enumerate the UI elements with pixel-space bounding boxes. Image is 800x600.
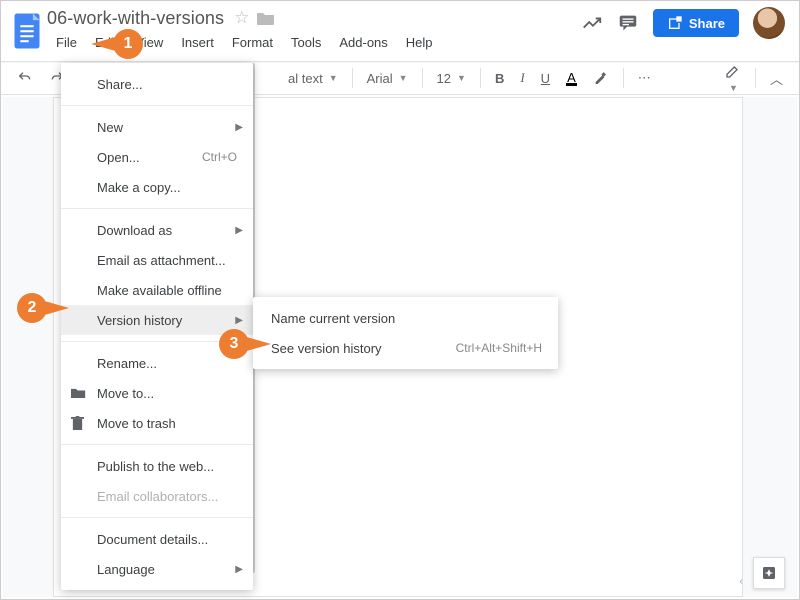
chevron-down-icon: ▼ [457,73,466,83]
menu-item-label: Document details... [97,532,208,547]
version-history-submenu: Name current version See version history C… [253,297,558,369]
star-icon[interactable]: ☆ [234,8,249,28]
folder-icon [71,387,86,399]
menu-item-label: New [97,120,123,135]
menu-item-label: Download as [97,223,172,238]
share-label: Share [689,16,725,31]
file-menu-item[interactable]: Document details... [61,524,253,554]
menu-item-label: Email as attachment... [97,253,226,268]
file-menu-popup: Share... New ▶ Open... Ctrl+O Make a copy... D… [61,63,253,590]
folder-icon[interactable] [257,11,275,25]
docs-logo[interactable] [9,7,45,55]
chevron-down-icon: ▼ [329,73,338,83]
menu-item-label: Open... [97,150,140,165]
menu-tools[interactable]: Tools [282,33,330,52]
explore-button[interactable] [753,557,785,589]
submenu-item[interactable]: See version history Ctrl+Alt+Shift+H [253,333,558,363]
text-color-icon[interactable]: A [560,66,583,90]
menu-addons[interactable]: Add-ons [330,33,396,52]
shortcut-label: Ctrl+O [202,150,237,164]
file-menu-item[interactable]: Make available offline [61,275,253,305]
more-icon[interactable]: ⋯ [632,66,657,90]
editing-mode-icon[interactable]: ▼ [719,59,747,98]
menu-item-label: Language [97,562,155,577]
file-menu-item[interactable]: Move to... [61,378,253,408]
file-menu-item[interactable]: Email as attachment... [61,245,253,275]
menu-format[interactable]: Format [223,33,282,52]
file-menu-item[interactable]: New ▶ [61,112,253,142]
chevron-right-icon: ▶ [235,564,243,575]
chevron-right-icon: ▶ [235,122,243,133]
file-menu-item[interactable]: Language ▶ [61,554,253,584]
bold-icon[interactable]: B [489,67,510,90]
file-menu-item: Email collaborators... [61,481,253,511]
menu-item-label: Move to... [97,386,154,401]
callout-1: 1 [113,29,143,59]
menu-file[interactable]: File [47,33,86,52]
collapse-icon[interactable]: ︿ [764,65,789,92]
activity-icon[interactable] [581,12,603,34]
style-select[interactable]: al text▼ [282,67,344,90]
submenu-item[interactable]: Name current version [253,303,558,333]
share-button[interactable]: Share [653,9,739,37]
file-menu-item[interactable]: Move to trash [61,408,253,438]
file-menu-item[interactable]: Open... Ctrl+O [61,142,253,172]
chevron-left-icon[interactable]: ‹ [733,573,749,589]
underline-icon[interactable]: U [535,67,556,90]
chevron-down-icon: ▼ [729,83,738,93]
menu-item-label: Make available offline [97,283,222,298]
file-menu-item[interactable]: Publish to the web... [61,451,253,481]
font-select[interactable]: Arial▼ [361,67,414,90]
menu-item-label: Name current version [271,311,395,326]
undo-icon[interactable] [11,66,39,90]
menu-item-label: See version history [271,341,382,356]
shortcut-label: Ctrl+Alt+Shift+H [456,341,542,355]
callout-2: 2 [17,293,47,323]
menu-item-label: Make a copy... [97,180,181,195]
menu-item-label: Email collaborators... [97,489,218,504]
chevron-down-icon: ▼ [399,73,408,83]
menu-insert[interactable]: Insert [172,33,223,52]
trash-icon [71,416,84,431]
chevron-right-icon: ▶ [235,225,243,236]
menu-item-label: Publish to the web... [97,459,214,474]
highlight-icon[interactable] [587,66,615,90]
menu-item-label: Version history [97,313,182,328]
menu-item-label: Share... [97,77,143,92]
doc-title[interactable]: 06-work-with-versions [47,8,224,29]
avatar[interactable] [753,7,785,39]
comment-icon[interactable] [617,12,639,34]
file-menu-item[interactable]: Make a copy... [61,172,253,202]
callout-3: 3 [219,329,249,359]
size-select[interactable]: 12▼ [431,67,472,90]
menu-item-label: Move to trash [97,416,176,431]
menu-item-label: Rename... [97,356,157,371]
menu-help[interactable]: Help [397,33,442,52]
file-menu-item[interactable]: Download as ▶ [61,215,253,245]
file-menu-item[interactable]: Share... [61,69,253,99]
italic-icon[interactable]: I [514,66,530,90]
chevron-right-icon: ▶ [235,315,243,326]
